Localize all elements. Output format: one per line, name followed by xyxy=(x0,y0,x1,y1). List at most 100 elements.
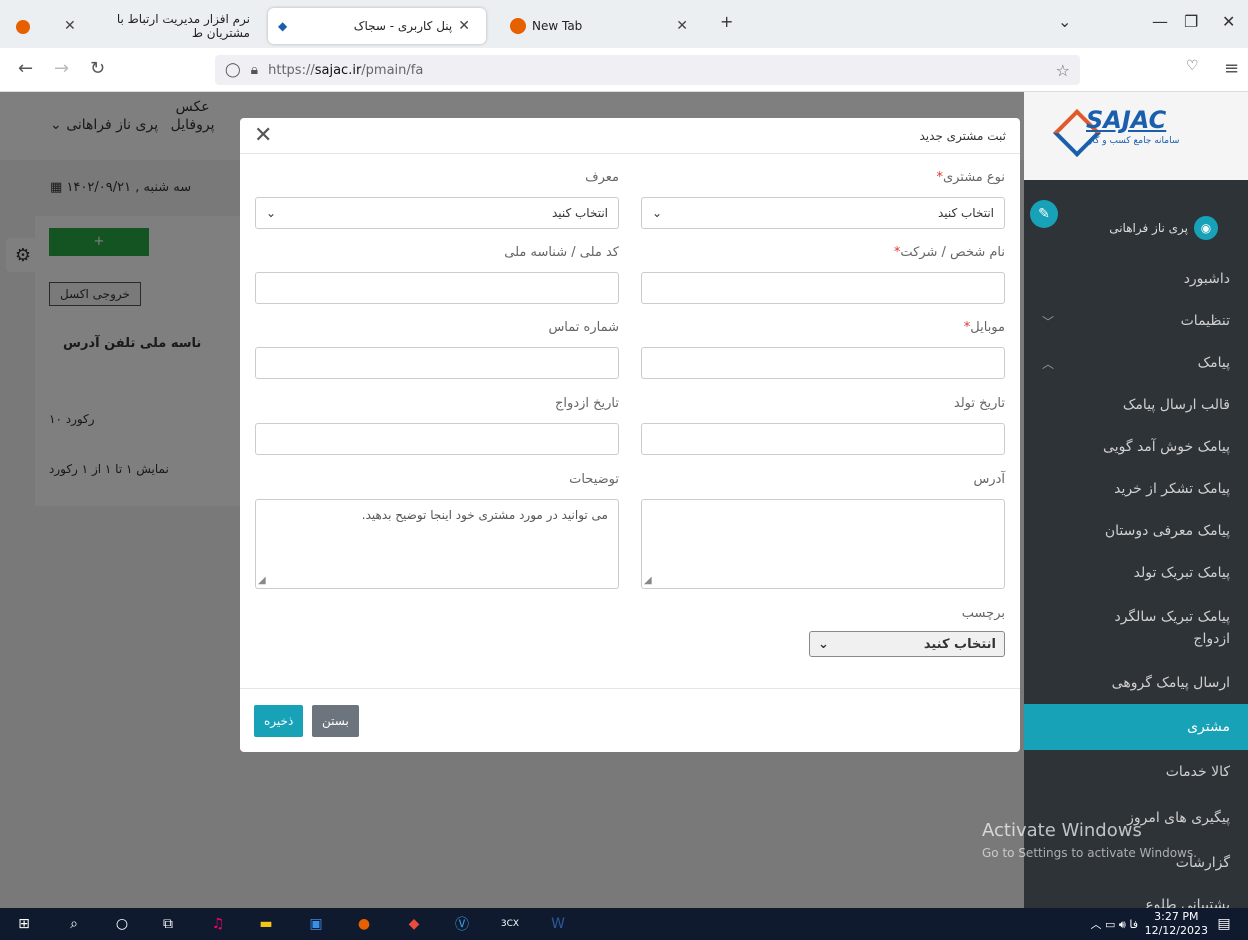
sidebar-item-products[interactable]: کالا خدمات xyxy=(1024,750,1248,794)
chevron-down-icon[interactable]: ⌄ xyxy=(1058,12,1071,31)
new-tab-icon[interactable]: + xyxy=(720,12,733,31)
clock-time: 3:27 PM xyxy=(1154,910,1199,923)
address-textarea[interactable]: ◢ xyxy=(641,499,1005,589)
camera-icon[interactable]: ◉ xyxy=(1194,216,1218,240)
close-icon[interactable]: ✕ xyxy=(254,123,272,148)
clock[interactable]: 3:27 PM 12/12/2023 xyxy=(1145,910,1208,938)
lock-icon: 🔒︎ xyxy=(250,62,259,78)
mobile-field: موبایل* xyxy=(641,320,1005,379)
firefox-icon[interactable]: ● xyxy=(354,914,374,934)
url-bar[interactable]: ◯ 🔒︎ https://sajac.ir/pmain/fa ☆ xyxy=(215,55,1080,85)
close-icon[interactable]: ✕ xyxy=(458,18,470,34)
chevron-up-icon: ︿ xyxy=(1042,356,1055,371)
logo-subtitle: سامانه جامع کسب و کار xyxy=(1088,136,1180,146)
sidebar-item-sms-welcome[interactable]: پیامک خوش آمد گویی xyxy=(1024,426,1248,468)
birth-date-input[interactable] xyxy=(641,423,1005,455)
file-explorer-icon[interactable]: ▬ xyxy=(256,914,276,934)
sidebar-item-label: پیامک تشکر از خرید xyxy=(1114,481,1230,497)
url-path: /pmain/fa xyxy=(361,62,424,78)
address-field: آدرس ◢ xyxy=(641,472,1005,589)
tab-sajac[interactable]: ✕ پنل کاربری - سجاک ◆ xyxy=(268,8,486,44)
mobile-input[interactable] xyxy=(641,347,1005,379)
close-icon[interactable]: ✕ xyxy=(676,18,688,34)
url-prefix: https:// xyxy=(268,62,315,78)
sidebar-item-dashboard[interactable]: داشبورد xyxy=(1024,258,1248,300)
name-label: نام شخص / شرکت xyxy=(900,245,1005,260)
task-view-icon[interactable]: ⧉ xyxy=(158,914,178,934)
tag-select[interactable]: انتخاب کنید ⌄ xyxy=(809,631,1005,657)
forward-icon[interactable]: → xyxy=(54,58,69,79)
sidebar-item-sms-thanks[interactable]: پیامک تشکر از خرید xyxy=(1024,468,1248,510)
name-input[interactable] xyxy=(641,272,1005,304)
marriage-date-label: تاریخ ازدواج xyxy=(555,396,619,411)
close-icon[interactable]: ✕ xyxy=(64,18,76,34)
shield-icon: ◯ xyxy=(225,62,241,78)
v-app-icon[interactable]: Ⓥ xyxy=(452,914,472,934)
resize-grip-icon[interactable]: ◢ xyxy=(644,575,652,586)
sidebar-item-label: مشتری xyxy=(1187,719,1230,735)
close-button[interactable]: بستن xyxy=(312,705,359,737)
language-indicator[interactable]: فا xyxy=(1129,918,1138,931)
sidebar-item-sms-referral[interactable]: پیامک معرفی دوستان xyxy=(1024,510,1248,552)
tab-newtab[interactable]: New Tab ✕ xyxy=(494,8,704,44)
back-icon[interactable]: ← xyxy=(18,58,33,79)
search-icon[interactable]: ⌕ xyxy=(64,914,84,934)
sidebar: SAJAC سامانه جامع کسب و کار ◉ پری ناز فر… xyxy=(1024,92,1248,913)
sidebar-item-sms[interactable]: پیامک ︿ xyxy=(1024,342,1248,384)
activate-windows-subtitle: Go to Settings to activate Windows. xyxy=(982,846,1197,860)
menu-icon[interactable]: ≡ xyxy=(1224,58,1239,79)
description-textarea[interactable]: می توانید در مورد مشتری خود اینجا توضیح … xyxy=(255,499,619,589)
reload-icon[interactable]: ↻ xyxy=(90,58,105,79)
save-button[interactable]: ذخیره xyxy=(254,705,304,737)
birth-date-field: تاریخ تولد xyxy=(641,396,1005,455)
sidebar-user-name: پری ناز فراهانی xyxy=(1109,221,1188,235)
phone-input[interactable] xyxy=(255,347,619,379)
sidebar-item-customer[interactable]: مشتری xyxy=(1024,704,1248,750)
tab-sajac-label: پنل کاربری - سجاک xyxy=(353,19,453,33)
logo-title: SAJAC xyxy=(1086,106,1167,134)
description-label: توضیحات xyxy=(569,472,619,487)
sidebar-item-sms-birthday[interactable]: پیامک تبریک تولد xyxy=(1024,552,1248,594)
new-customer-modal: ثبت مشتری جدید ✕ نوع مشتری* انتخاب کنید ⌄… xyxy=(240,118,1020,752)
itunes-icon[interactable]: ♫ xyxy=(208,914,228,934)
phone-label: شماره تماس xyxy=(548,320,619,335)
sidebar-item-settings[interactable]: تنظیمات ﹀ xyxy=(1024,300,1248,342)
national-id-input[interactable] xyxy=(255,272,619,304)
minimize-icon[interactable]: — xyxy=(1152,12,1168,31)
pocket-icon[interactable]: ♡ xyxy=(1186,58,1199,74)
restore-icon[interactable]: ❐ xyxy=(1184,12,1198,31)
sidebar-item-label: پیامک xyxy=(1197,355,1230,371)
address-label: آدرس xyxy=(973,472,1005,487)
bookmark-star-icon[interactable]: ☆ xyxy=(1056,61,1070,80)
tag-label: برچسب xyxy=(961,606,1005,621)
referrer-value: انتخاب کنید xyxy=(551,206,608,220)
sidebar-item-group-sms[interactable]: ارسال پیامک گروهی xyxy=(1024,662,1248,704)
windows-start-icon[interactable]: ⊞ xyxy=(14,914,34,934)
notifications-icon[interactable]: ▤ xyxy=(1214,914,1234,934)
edit-profile-icon[interactable]: ✎ xyxy=(1030,200,1058,228)
3cx-icon[interactable]: 3CX xyxy=(500,914,520,934)
cortana-icon[interactable]: ○ xyxy=(112,914,132,934)
app-icon[interactable]: ▣ xyxy=(306,914,326,934)
referrer-select[interactable]: انتخاب کنید ⌄ xyxy=(255,197,619,229)
anydesk-icon[interactable]: ◆ xyxy=(404,914,424,934)
window-close-icon[interactable]: ✕ xyxy=(1222,12,1235,31)
marriage-date-field: تاریخ ازدواج xyxy=(255,396,619,455)
clock-date: 12/12/2023 xyxy=(1144,924,1208,937)
birth-date-label: تاریخ تولد xyxy=(953,396,1005,411)
logo: SAJAC سامانه جامع کسب و کار xyxy=(1024,92,1248,180)
marriage-date-input[interactable] xyxy=(255,423,619,455)
mobile-label: موبایل xyxy=(970,320,1005,335)
firefox-icon[interactable] xyxy=(16,20,30,34)
sidebar-item-label: پیامک خوش آمد گویی xyxy=(1103,439,1230,455)
tab-newtab-label: New Tab xyxy=(532,19,583,33)
system-tray[interactable]: ︿ ▭ 🔊︎ فا xyxy=(1091,916,1138,932)
customer-type-select[interactable]: انتخاب کنید ⌄ xyxy=(641,197,1005,229)
resize-grip-icon[interactable]: ◢ xyxy=(258,575,266,586)
sidebar-item-sms-anniversary[interactable]: پیامک تبریک سالگرد ازدواج xyxy=(1024,594,1248,662)
word-icon[interactable]: W xyxy=(548,914,568,934)
tab-crm[interactable]: نرم افزار مدیریت ارتباط با مشتریان ط ✕ xyxy=(48,8,260,44)
chevron-down-icon: ⌄ xyxy=(652,206,663,220)
modal-title: ثبت مشتری جدید xyxy=(919,128,1007,143)
sidebar-item-sms-template[interactable]: قالب ارسال پیامک xyxy=(1024,384,1248,426)
